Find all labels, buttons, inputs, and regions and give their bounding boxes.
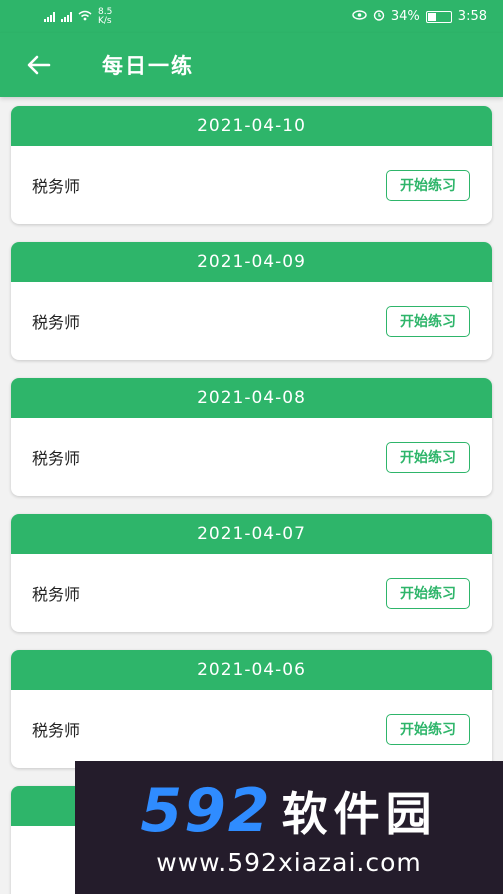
card-date: 2021-04-10: [11, 106, 492, 146]
card-body: 税务师 开始练习: [11, 554, 492, 632]
practice-card: 2021-04-06 税务师 开始练习: [11, 650, 492, 768]
card-date: 2021-04-06: [11, 650, 492, 690]
start-practice-button[interactable]: 开始练习: [386, 577, 470, 609]
wifi-icon: [78, 10, 92, 24]
card-subject: 税务师: [32, 177, 81, 196]
card-body: 税务师 开始练习: [11, 282, 492, 360]
card-subject: 税务师: [32, 449, 81, 468]
watermark-url: www.592xiazai.com: [156, 848, 422, 877]
start-practice-button[interactable]: 开始练习: [386, 169, 470, 201]
card-subject: 税务师: [32, 721, 81, 740]
start-practice-button[interactable]: 开始练习: [386, 305, 470, 337]
status-bar: 8.5 K/s 34% 3:58: [0, 0, 503, 33]
watermark-logo: 592 软件园: [140, 778, 437, 844]
card-subject: 税务师: [32, 313, 81, 332]
status-left: 8.5 K/s: [44, 6, 120, 26]
app-bar: 每日一练: [0, 33, 503, 97]
watermark-banner: 592 软件园 www.592xiazai.com: [75, 761, 503, 894]
clock: 3:58: [457, 9, 487, 24]
practice-card: 2021-04-07 税务师 开始练习: [11, 514, 492, 632]
back-button[interactable]: [0, 33, 80, 97]
start-practice-button[interactable]: 开始练习: [386, 713, 470, 745]
arrow-left-icon: [27, 55, 51, 75]
network-speed: 8.5 K/s: [98, 6, 113, 26]
card-body: 税务师 开始练习: [11, 146, 492, 224]
card-date: 2021-04-08: [11, 378, 492, 418]
card-date: 2021-04-07: [11, 514, 492, 554]
battery-percent: 34%: [390, 9, 420, 24]
signal-icon-2: [61, 11, 72, 22]
status-right: 34% 3:58: [352, 9, 487, 25]
signal-icon: [44, 11, 55, 22]
battery-fill: [427, 12, 436, 21]
card-subject: 税务师: [32, 585, 81, 604]
practice-card: 2021-04-09 税务师 开始练习: [11, 242, 492, 360]
eye-icon: [352, 9, 367, 24]
practice-card: 2021-04-10 税务师 开始练习: [11, 106, 492, 224]
watermark-name: 软件园: [281, 787, 438, 841]
card-body: 税务师 开始练习: [11, 690, 492, 768]
practice-card: 2021-04-08 税务师 开始练习: [11, 378, 492, 496]
card-date: 2021-04-09: [11, 242, 492, 282]
battery-icon: [425, 10, 452, 23]
card-body: 税务师 开始练习: [11, 418, 492, 496]
page-title: 每日一练: [102, 54, 194, 78]
alarm-icon: [373, 9, 385, 25]
start-practice-button[interactable]: 开始练习: [386, 441, 470, 473]
watermark-digits: 592: [140, 776, 272, 846]
